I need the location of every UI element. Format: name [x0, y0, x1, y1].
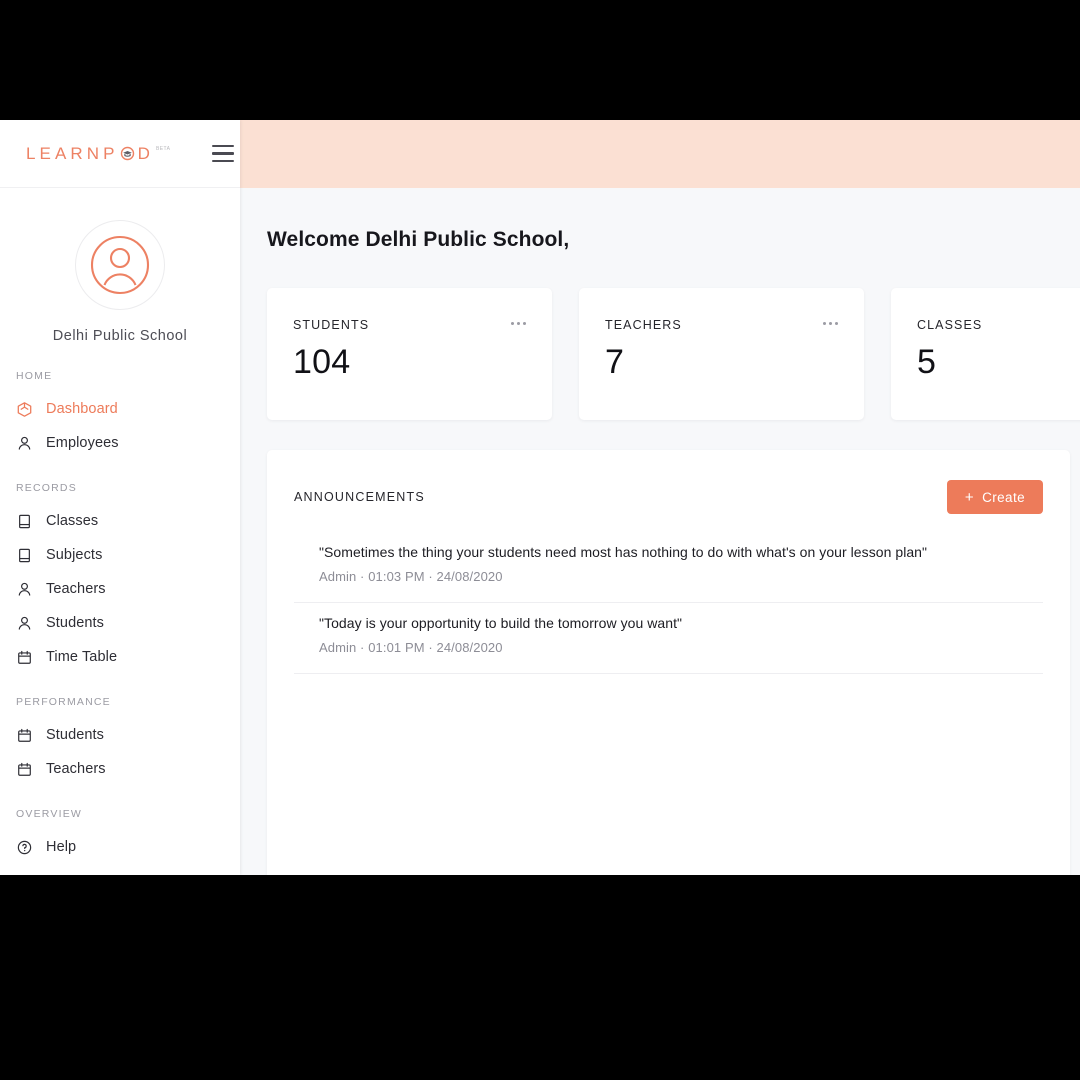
sidebar-item-label: Time Table — [46, 649, 118, 665]
stat-value: 7 — [605, 343, 625, 381]
stat-value: 5 — [917, 343, 937, 381]
announcement-meta: Admin · 01:03 PM · 24/08/2020 — [319, 569, 503, 584]
calendar-icon — [16, 649, 38, 666]
announcement-text: "Today is your opportunity to build the … — [319, 615, 683, 631]
sidebar-item-label: Teachers — [46, 581, 106, 597]
announcement-item[interactable]: "Sometimes the thing your students need … — [294, 532, 1043, 603]
sidebar-item-employees[interactable]: Employees — [0, 426, 240, 460]
beta-badge: BETA — [156, 146, 171, 152]
plus-icon: + — [964, 488, 975, 506]
stat-card-header: CLASSES — [917, 318, 1080, 332]
stat-card-header: TEACHERS — [605, 318, 838, 332]
nav-section-title: OVERVIEW — [16, 808, 83, 820]
question-circle-icon — [16, 839, 38, 856]
announcement-item[interactable]: "Today is your opportunity to build the … — [294, 603, 1043, 674]
cube-icon — [16, 401, 38, 418]
sidebar-item-label: Students — [46, 615, 105, 631]
announcements-list: "Sometimes the thing your students need … — [294, 532, 1043, 674]
main-content: Welcome Delhi Public School, STUDENTS 10… — [240, 120, 1080, 875]
sidebar-item-label: Dashboard — [46, 401, 118, 417]
content-area: Welcome Delhi Public School, STUDENTS 10… — [240, 228, 1080, 875]
sidebar-item-label: Teachers — [46, 761, 106, 777]
top-header-band — [240, 120, 1080, 188]
profile-block: Delhi Public School — [0, 188, 240, 344]
book-icon — [16, 513, 38, 530]
sidebar-item-performance-teachers[interactable]: Teachers — [0, 752, 240, 786]
nav-section-title: HOME — [16, 370, 53, 382]
sidebar-item-performance-students[interactable]: Students — [0, 718, 240, 752]
profile-name: Delhi Public School — [52, 328, 188, 344]
announcement-text: "Sometimes the thing your students need … — [319, 544, 928, 560]
app-logo[interactable]: LEARNP D BETA — [26, 145, 170, 162]
book-icon — [16, 547, 38, 564]
logo-text-part1: LEARNP — [26, 144, 119, 163]
graduation-cap-icon — [120, 146, 135, 161]
stat-card-header: STUDENTS — [293, 318, 526, 332]
stat-card-teachers[interactable]: TEACHERS 7 — [579, 288, 864, 420]
user-avatar-icon — [90, 235, 150, 295]
create-button-label: Create — [982, 489, 1025, 505]
person-icon — [16, 615, 38, 632]
person-icon — [16, 435, 38, 452]
nav-group-records: RECORDS Classes Subjects Teachers Studen… — [0, 482, 240, 674]
logo-text-part2: D — [137, 144, 155, 163]
hamburger-bar — [212, 159, 235, 163]
logo-wordmark: LEARNP D — [26, 145, 154, 162]
hamburger-bar — [212, 152, 235, 155]
sidebar-item-help[interactable]: Help — [0, 830, 240, 864]
calendar-icon — [16, 761, 38, 778]
sidebar-brand-bar: LEARNP D BETA — [0, 120, 240, 188]
nav-group-overview: OVERVIEW Help — [0, 808, 240, 864]
stats-row: STUDENTS 104 TEACHERS 7 CLASSES 5 — [267, 288, 1080, 420]
app-viewport: LEARNP D BETA Delhi Public School HOME D… — [0, 120, 1080, 875]
nav-section-title: RECORDS — [16, 482, 77, 494]
sidebar-item-teachers[interactable]: Teachers — [0, 572, 240, 606]
sidebar-item-classes[interactable]: Classes — [0, 504, 240, 538]
sidebar-item-time-table[interactable]: Time Table — [0, 640, 240, 674]
announcements-panel: ANNOUNCEMENTS + Create "Sometimes the th… — [267, 450, 1070, 875]
calendar-icon — [16, 727, 38, 744]
stat-label: CLASSES — [917, 318, 983, 332]
sidebar-item-subjects[interactable]: Subjects — [0, 538, 240, 572]
create-announcement-button[interactable]: + Create — [946, 480, 1043, 514]
nav-section-title: PERFORMANCE — [16, 696, 111, 708]
hamburger-icon[interactable] — [212, 144, 235, 163]
stat-label: STUDENTS — [293, 318, 370, 332]
sidebar-item-label: Employees — [46, 435, 119, 451]
sidebar: LEARNP D BETA Delhi Public School HOME D… — [0, 120, 240, 875]
sidebar-item-label: Subjects — [46, 547, 103, 563]
sidebar-item-label: Classes — [46, 513, 99, 529]
sidebar-nav: HOME Dashboard Employees RECORDS Classes… — [0, 370, 240, 864]
sidebar-item-label: Help — [46, 839, 77, 855]
nav-group-performance: PERFORMANCE Students Teachers — [0, 696, 240, 786]
stat-card-students[interactable]: STUDENTS 104 — [267, 288, 552, 420]
nav-group-home: HOME Dashboard Employees — [0, 370, 240, 460]
announcements-title: ANNOUNCEMENTS — [294, 490, 425, 504]
stat-card-classes[interactable]: CLASSES 5 — [891, 288, 1080, 420]
sidebar-item-students[interactable]: Students — [0, 606, 240, 640]
more-options-icon[interactable] — [823, 318, 838, 325]
announcement-meta: Admin · 01:01 PM · 24/08/2020 — [319, 640, 503, 655]
page-title: Welcome Delhi Public School, — [267, 228, 570, 251]
avatar[interactable] — [75, 220, 165, 310]
more-options-icon[interactable] — [511, 318, 526, 325]
person-icon — [16, 581, 38, 598]
sidebar-item-label: Students — [46, 727, 105, 743]
stat-value: 104 — [293, 343, 351, 381]
stat-label: TEACHERS — [605, 318, 682, 332]
hamburger-bar — [212, 144, 235, 148]
announcements-header: ANNOUNCEMENTS + Create — [294, 480, 1043, 514]
sidebar-item-dashboard[interactable]: Dashboard — [0, 392, 240, 426]
